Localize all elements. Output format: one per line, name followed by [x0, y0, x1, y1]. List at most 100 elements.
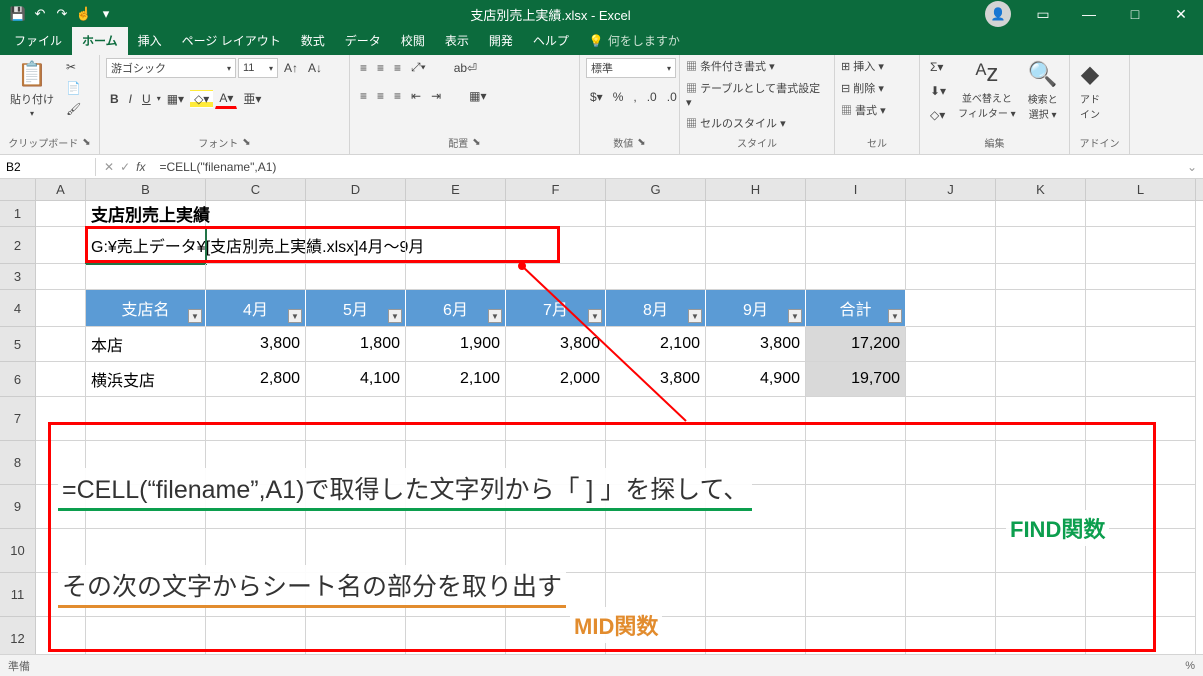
cell-L4[interactable]: [1086, 290, 1196, 327]
font-size-select[interactable]: 11▾: [238, 58, 278, 78]
underline-button[interactable]: U: [138, 90, 155, 108]
find-select-button[interactable]: 🔍検索と 選択 ▾: [1024, 58, 1062, 123]
cell-A3[interactable]: [36, 264, 86, 290]
col-header-I[interactable]: I: [806, 179, 906, 200]
cell-J3[interactable]: [906, 264, 996, 290]
cell-H3[interactable]: [706, 264, 806, 290]
insert-cells-button[interactable]: ⊞ 挿入 ▾: [841, 58, 884, 74]
filter-icon[interactable]: ▼: [288, 309, 302, 323]
cell-F2[interactable]: [506, 227, 606, 264]
col-header-G[interactable]: G: [606, 179, 706, 200]
decrease-indent-icon[interactable]: ⇤: [407, 87, 425, 105]
increase-decimal-icon[interactable]: .0: [643, 88, 661, 106]
tab-insert[interactable]: 挿入: [128, 27, 172, 55]
cell-b2-selected[interactable]: G:¥売上データ¥[支店別売上実績.xlsx]4月～9月: [86, 227, 206, 264]
fx-icon[interactable]: fx: [136, 160, 145, 174]
cell-D6[interactable]: 4,100: [306, 362, 406, 397]
tab-help[interactable]: ヘルプ: [523, 27, 579, 55]
tab-review[interactable]: 校閲: [391, 27, 435, 55]
cell-I2[interactable]: [806, 227, 906, 264]
paste-button[interactable]: 📋貼り付け▾: [6, 58, 58, 120]
align-bottom-icon[interactable]: ≡: [390, 59, 405, 77]
filter-icon[interactable]: ▼: [588, 309, 602, 323]
tab-home[interactable]: ホーム: [72, 27, 128, 55]
cell-F3[interactable]: [506, 264, 606, 290]
col-header-D[interactable]: D: [306, 179, 406, 200]
tab-formulas[interactable]: 数式: [291, 27, 335, 55]
row-header-8[interactable]: 8: [0, 441, 36, 485]
comma-icon[interactable]: ,: [629, 88, 640, 106]
table-header-may[interactable]: 5月▼: [306, 290, 406, 327]
dialog-launcher-icon[interactable]: ⬊: [82, 137, 90, 148]
cell-G5[interactable]: 2,100: [606, 327, 706, 362]
align-right-icon[interactable]: ≡: [390, 87, 405, 105]
cell-A4[interactable]: [36, 290, 86, 327]
cell-D5[interactable]: 1,800: [306, 327, 406, 362]
filter-icon[interactable]: ▼: [488, 309, 502, 323]
sort-filter-button[interactable]: ᴬᴢ並べ替えと フィルター ▾: [954, 58, 1020, 122]
cell-F1[interactable]: [506, 201, 606, 227]
filter-icon[interactable]: ▼: [788, 309, 802, 323]
dialog-launcher-icon[interactable]: ⬊: [242, 137, 250, 148]
wrap-text-icon[interactable]: ab⏎: [450, 59, 481, 77]
cell-G2[interactable]: [606, 227, 706, 264]
col-header-B[interactable]: B: [86, 179, 206, 200]
cell-J5[interactable]: [906, 327, 996, 362]
decrease-font-icon[interactable]: A↓: [304, 59, 326, 77]
cell-L6[interactable]: [1086, 362, 1196, 397]
fill-color-icon[interactable]: ◇▾: [190, 90, 213, 108]
cell-I6[interactable]: 19,700: [806, 362, 906, 397]
close-button[interactable]: ✕: [1159, 0, 1203, 28]
cell-G1[interactable]: [606, 201, 706, 227]
cell-E3[interactable]: [406, 264, 506, 290]
col-header-J[interactable]: J: [906, 179, 996, 200]
col-header-A[interactable]: A: [36, 179, 86, 200]
redo-icon[interactable]: ↷: [52, 4, 72, 24]
cell-E5[interactable]: 1,900: [406, 327, 506, 362]
bold-button[interactable]: B: [106, 90, 123, 108]
font-color-icon[interactable]: A▾: [215, 89, 237, 109]
tab-data[interactable]: データ: [335, 27, 391, 55]
tab-page-layout[interactable]: ページ レイアウト: [172, 27, 291, 55]
cut-icon[interactable]: ✂: [62, 58, 85, 76]
row-header-2[interactable]: 2: [0, 227, 36, 264]
table-header-total[interactable]: 合計▼: [806, 290, 906, 327]
filter-icon[interactable]: ▼: [688, 309, 702, 323]
qat-more-icon[interactable]: ▾: [96, 4, 116, 24]
col-header-F[interactable]: F: [506, 179, 606, 200]
table-header-jul[interactable]: 7月▼: [506, 290, 606, 327]
autosum-icon[interactable]: Σ▾: [926, 58, 950, 76]
cell-L3[interactable]: [1086, 264, 1196, 290]
row-header-4[interactable]: 4: [0, 290, 36, 327]
cell-F6[interactable]: 2,000: [506, 362, 606, 397]
maximize-button[interactable]: □: [1113, 0, 1157, 28]
save-icon[interactable]: 💾: [8, 4, 28, 24]
clear-icon[interactable]: ◇▾: [926, 106, 950, 124]
touch-icon[interactable]: ☝: [74, 4, 94, 24]
cell-E6[interactable]: 2,100: [406, 362, 506, 397]
cell-K6[interactable]: [996, 362, 1086, 397]
cell-G6[interactable]: 3,800: [606, 362, 706, 397]
cell-title[interactable]: 支店別売上実績: [86, 201, 206, 227]
cell-L2[interactable]: [1086, 227, 1196, 264]
formula-input[interactable]: =CELL("filename",A1): [153, 158, 1180, 176]
cell-K3[interactable]: [996, 264, 1086, 290]
row-header-11[interactable]: 11: [0, 573, 36, 617]
border-icon[interactable]: ▦▾: [163, 90, 188, 108]
row-header-3[interactable]: 3: [0, 264, 36, 290]
tell-me-box[interactable]: 💡何をしますか: [579, 27, 690, 55]
confirm-formula-icon[interactable]: ✓: [120, 160, 130, 174]
increase-indent-icon[interactable]: ⇥: [427, 87, 445, 105]
format-painter-icon[interactable]: 🖌: [62, 100, 85, 118]
table-header-apr[interactable]: 4月▼: [206, 290, 306, 327]
expand-formula-icon[interactable]: ⌄: [1181, 160, 1203, 174]
cell-C2[interactable]: [206, 227, 306, 264]
row-header-1[interactable]: 1: [0, 201, 36, 227]
orientation-icon[interactable]: ⤢▾: [407, 58, 430, 77]
format-table-button[interactable]: ▦ テーブルとして書式設定 ▾: [686, 80, 828, 109]
cell-A2[interactable]: [36, 227, 86, 264]
cell-J1[interactable]: [906, 201, 996, 227]
cell-H1[interactable]: [706, 201, 806, 227]
cell-I1[interactable]: [806, 201, 906, 227]
cell-D3[interactable]: [306, 264, 406, 290]
